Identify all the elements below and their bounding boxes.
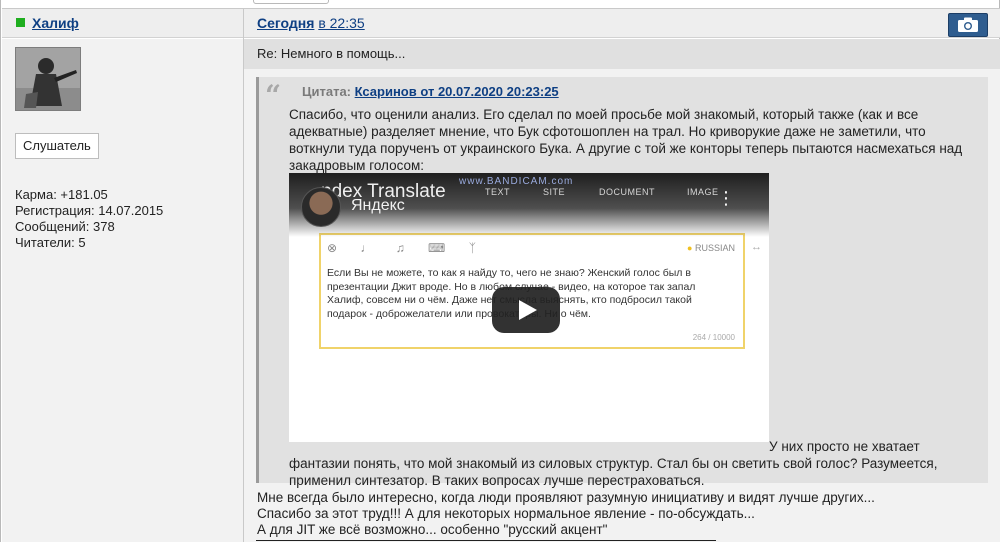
quote-block: “ Цитата: Ксаринов от 20.07.2020 20:23:2… xyxy=(256,77,988,488)
post-body: “ Цитата: Ксаринов от 20.07.2020 20:23:2… xyxy=(244,69,1000,542)
reply-line: А для JIT же всё возможно... особенно "р… xyxy=(257,522,608,537)
swap-arrows-icon: ↔ xyxy=(751,241,762,253)
quote-text: Спасибо, что оценили анализ. Его сделал … xyxy=(289,107,963,173)
readers-stat: Читатели: 5 xyxy=(15,235,86,250)
post-header: Сегодня в 22:35 xyxy=(244,8,1000,38)
signature-divider xyxy=(256,540,716,541)
channel-name[interactable]: Яндекс xyxy=(351,197,405,215)
quote-tail-inline: У них просто не хватает xyxy=(769,439,920,454)
quote-tail-rest: фантазии понять, что мой знакомый из сил… xyxy=(289,456,938,488)
reply-line: Мне всегда было интересно, когда люди пр… xyxy=(257,490,875,505)
online-status-icon xyxy=(16,18,25,27)
quote-header: Цитата: Ксаринов от 20.07.2020 20:23:25 xyxy=(302,84,559,99)
registration-stat: Регистрация: 14.07.2015 xyxy=(15,203,164,218)
video-tab-image: IMAGE xyxy=(687,187,719,197)
karma-stat: Карма: +181.05 xyxy=(15,187,108,202)
video-watermark: www.BANDICAM.com xyxy=(459,176,574,187)
video-tab-document: DOCUMENT xyxy=(599,187,655,197)
avatar[interactable] xyxy=(15,47,81,111)
author-profile: Слушатель Карма: +181.05 Регистрация: 14… xyxy=(2,39,243,542)
play-button[interactable] xyxy=(492,287,560,333)
video-menu-icon[interactable]: ⋮ xyxy=(717,189,735,207)
avatar-image xyxy=(16,48,80,110)
post-date-day-link[interactable]: Сегодня xyxy=(257,15,314,31)
translate-toolbar-icons: ⊗ ♩ ♫ ⌨ ᛉ xyxy=(327,241,486,255)
post-date-time-link[interactable]: в 22:35 xyxy=(318,15,364,31)
author-header: Халиф xyxy=(2,8,243,38)
top-tab xyxy=(253,0,329,4)
translate-counter: 264 / 10000 xyxy=(692,333,735,342)
post-date: Сегодня в 22:35 xyxy=(257,15,365,31)
author-name-link[interactable]: Халиф xyxy=(32,15,79,31)
post-subject: Re: Немного в помощь... xyxy=(244,39,1000,69)
video-tab-site: SITE xyxy=(543,187,566,197)
reply-line: Спасибо за этот труд!!! А для некоторых … xyxy=(257,506,755,521)
rank-badge: Слушатель xyxy=(15,133,99,159)
quote-mark-icon: “ xyxy=(265,79,282,112)
author-stats: Карма: +181.05 Регистрация: 14.07.2015 С… xyxy=(15,187,163,251)
camera-icon xyxy=(958,17,978,32)
channel-avatar[interactable] xyxy=(301,187,341,227)
reply-text: Мне всегда было интересно, когда люди пр… xyxy=(257,490,987,538)
quote-source-link[interactable]: Ксаринов от 20.07.2020 20:23:25 xyxy=(355,84,559,99)
quote-tail-text: У них просто не хватает фантазии понять,… xyxy=(289,438,979,489)
video-tab-text: TEXT xyxy=(485,187,511,197)
translate-language: ● RUSSIAN xyxy=(687,243,735,253)
quote-label: Цитата: xyxy=(302,84,352,99)
post-count-stat: Сообщений: 378 xyxy=(15,219,115,234)
embedded-video[interactable]: ⊗ ♩ ♫ ⌨ ᛉ ● RUSSIAN Если Вы не можете, т… xyxy=(289,173,769,442)
video-title-bar: ndex Translate www.BANDICAM.com TEXT SIT… xyxy=(289,173,769,237)
screenshot-button[interactable] xyxy=(948,13,988,37)
forum-post-frame: Халиф Сегодня в 22:35 Слушатель Карма: +… xyxy=(0,0,1000,542)
